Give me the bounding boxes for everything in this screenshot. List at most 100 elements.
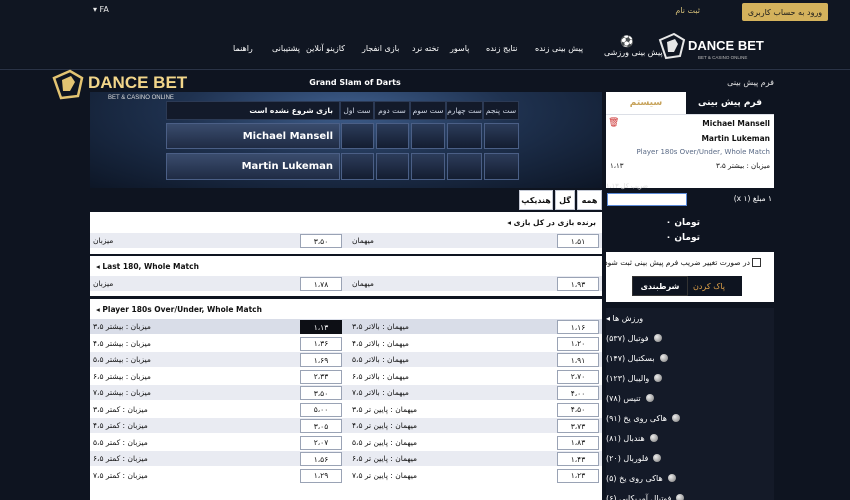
sport-item[interactable]: فوتبال آمریکایی (۶) — [606, 488, 774, 500]
outcome-label: میزبان : بیشتر ۶،۵ — [93, 371, 151, 381]
nav-live-results[interactable]: نتایج زنده — [486, 44, 518, 53]
sport-ball-icon — [671, 414, 680, 422]
outcome-label: میزبان — [93, 236, 114, 245]
outcome-label: میزبان : کمتر ۳،۵ — [93, 404, 148, 414]
sport-item[interactable]: والیبال (۱۲۳) — [606, 368, 774, 388]
set2-header: ست دوم — [374, 101, 410, 120]
odd-button[interactable]: ۳،۵۰ — [300, 386, 342, 400]
tab-all[interactable]: همه — [577, 190, 602, 210]
language-selector[interactable]: ▾ FA — [93, 5, 109, 14]
odd-button[interactable]: ۲،۷۰ — [557, 369, 599, 384]
odd-button[interactable]: ۱،۱۶ — [557, 320, 599, 334]
banner-logo-text: DANCE BET — [88, 73, 188, 92]
odd-button[interactable]: ۱،۸۳ — [557, 435, 599, 450]
outcome-label: میهمان : بالاتر ۵،۵ — [352, 355, 409, 364]
sport-ball-icon — [653, 334, 662, 342]
sport-item[interactable]: بسکتبال (۱۴۷) — [606, 348, 774, 368]
player2-set4 — [447, 153, 482, 180]
odd-button[interactable]: ۱،۲۳ — [557, 468, 599, 483]
sports-menu: ورزش ها ◂ فوتبال (۵۳۷) بسکتبال (۱۴۷) والیب… — [606, 308, 774, 500]
player1-set1 — [341, 123, 374, 149]
outcome-label: میزبان — [93, 279, 114, 288]
sport-item[interactable]: فلوربال (۲۰) — [606, 448, 774, 468]
odds-row: ۴،۵۰ میهمان : پایین تر ۳،۵ ۵،۰۰ میزبان : کم… — [90, 402, 602, 417]
tab-system[interactable]: سیستم — [606, 92, 686, 114]
sport-item[interactable]: هاکی روی یخ (۹۱) — [606, 408, 774, 428]
sport-label: هاکی روی یخ (۹۱) — [606, 413, 667, 423]
stake-label: ۱ مبلغ (۱ x) — [733, 194, 772, 203]
odd-button[interactable]: ۴،۵۰ — [557, 402, 599, 417]
accept-changes-checkbox[interactable] — [752, 258, 761, 267]
sport-item[interactable]: فوتبال (۵۳۷) — [606, 328, 774, 348]
odd-button[interactable]: ۴،۰۰ — [557, 386, 599, 400]
sport-label: والیبال (۱۲۳) — [606, 373, 650, 383]
odd-button[interactable]: ۱،۷۸ — [300, 277, 342, 291]
sport-item[interactable]: تنیس (۷۸) — [606, 388, 774, 408]
place-bet-button[interactable]: شرطبندی — [632, 276, 688, 296]
odd-button[interactable]: ۲،۳۳ — [300, 369, 342, 384]
odd-button[interactable]: ۱،۵۱ — [557, 234, 599, 248]
nav-pasoor[interactable]: پاسور — [450, 44, 469, 53]
outcome-label: میهمان : بالاتر ۳،۵ — [352, 322, 409, 331]
dance-bet-logo-gold-icon: DANCE BET BET & CASINO ONLINE — [52, 69, 188, 101]
header-logo[interactable]: DANCE BET BET & CASINO ONLINE — [658, 32, 766, 62]
odd-button[interactable]: ۱،۹۱ — [557, 353, 599, 367]
nav-support[interactable]: پشتیبانی — [272, 44, 300, 53]
odd-button[interactable]: ۱،۲۰ — [557, 336, 599, 351]
banner-logo-subtext: BET & CASINO ONLINE — [108, 95, 174, 101]
trash-icon[interactable]: 🗑 — [608, 118, 619, 128]
tab-goals[interactable]: گل — [555, 190, 575, 210]
stake-input[interactable] — [607, 193, 687, 206]
odd-button[interactable]: ۳،۰۵ — [300, 419, 342, 433]
nav-crash-game[interactable]: بازی انفجار — [362, 44, 399, 53]
sport-item[interactable]: هندبال (۸۱) — [606, 428, 774, 448]
odd-button[interactable]: ۱،۶۹ — [300, 353, 342, 367]
player1-set5 — [484, 123, 519, 149]
odd-button[interactable]: ۱،۱۳ — [300, 320, 342, 334]
top-strip — [0, 0, 850, 28]
nav-help[interactable]: راهنما — [233, 44, 253, 53]
nav-live-betting[interactable]: پیش بینی زنده — [535, 44, 583, 53]
odd-button[interactable]: ۱،۵۶ — [300, 452, 342, 466]
odd-button[interactable]: ۳،۵۰ — [300, 234, 342, 248]
outcome-label: میهمان : پایین تر ۴،۵ — [352, 421, 418, 430]
player2-set5 — [484, 153, 519, 180]
register-link[interactable]: ثبت نام — [640, 6, 700, 15]
odd-button[interactable]: ۲،۰۷ — [300, 435, 342, 450]
odds-row: ۱،۲۰ میهمان : بالاتر ۴،۵ ۱،۳۶ میزبان : بیشت… — [90, 336, 602, 351]
odd-button[interactable]: ۵،۰۰ — [300, 402, 342, 417]
odd-button[interactable]: ۱،۴۳ — [557, 452, 599, 466]
nav-online-casino[interactable]: کازینو آنلاین — [306, 44, 345, 53]
odds-row: ۱،۹۱ میهمان : بالاتر ۵،۵ ۱،۶۹ میزبان : بیشت… — [90, 352, 602, 367]
nav-sports[interactable]: ⚽ پیش بینی ورزشی — [604, 35, 663, 60]
login-button[interactable]: ورود به حساب کاربری — [742, 3, 828, 21]
player1-set3 — [411, 123, 445, 149]
odd-button[interactable]: ۳،۷۳ — [557, 419, 599, 433]
set5-header: ست پنجم — [483, 101, 519, 120]
sport-label: تنیس (۷۸) — [606, 393, 641, 403]
set1-header: ست اول — [340, 101, 374, 120]
total-stake: تومان ۰ — [665, 218, 700, 228]
market-player-180s: ◂ Player 180s Over/Under, Whole Match ۱،… — [90, 299, 602, 494]
bet-player1: Michael Mansell — [702, 119, 770, 128]
sport-ball-icon — [667, 474, 676, 482]
bet-player2: Martin Lukeman — [701, 134, 770, 143]
player2-set3 — [411, 153, 445, 180]
outcome-label: میهمان : بالاتر ۴،۵ — [352, 338, 409, 348]
tab-handicap[interactable]: هندیکپ — [519, 190, 553, 210]
odd-button[interactable]: ۱،۲۹ — [300, 468, 342, 483]
outcome-label: میزبان : کمتر ۵،۵ — [93, 437, 148, 447]
set4-header: ست چهارم — [446, 101, 483, 120]
odds-row: ۱،۱۶ میهمان : بالاتر ۳،۵ ۱،۱۳ میزبان : بیشت… — [90, 319, 602, 334]
nav-backgammon[interactable]: تخته نرد — [412, 44, 439, 53]
outcome-label: میزبان : کمتر ۷،۵ — [93, 470, 148, 480]
sport-label: هاکی روی یخ (۵) — [606, 473, 663, 483]
market-last-180: ◂ Last 180, Whole Match ۱،۹۳ میهمان ۱،۷۸… — [90, 256, 602, 296]
sport-ball-icon — [659, 354, 668, 362]
sport-item[interactable]: هاکی روی یخ (۵) — [606, 468, 774, 488]
odd-button[interactable]: ۱،۳۶ — [300, 336, 342, 351]
soccer-ball-icon: ⚽ — [620, 35, 634, 48]
odd-button[interactable]: ۱،۹۳ — [557, 277, 599, 291]
tab-betslip[interactable]: فرم پیش بینی — [686, 92, 774, 114]
sport-label: فلوربال (۲۰) — [606, 453, 649, 463]
